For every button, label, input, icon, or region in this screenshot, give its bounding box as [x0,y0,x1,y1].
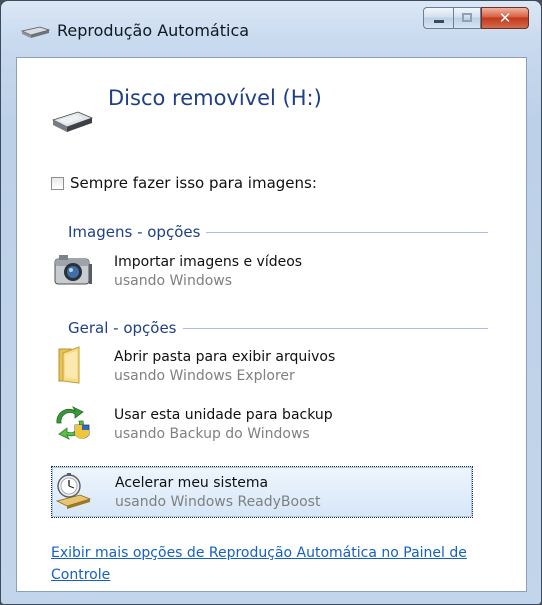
option-title: Acelerar meu sistema [115,475,269,491]
removable-drive-icon [51,111,94,132]
always-do-this-label: Sempre fazer isso para imagens: [70,174,317,192]
caption-buttons: ✕ [423,7,529,31]
always-do-this-checkbox[interactable]: Sempre fazer isso para imagens: [51,174,317,192]
option-title: Importar imagens e vídeos [114,254,303,270]
minimize-button[interactable] [423,7,453,29]
option-subtitle: usando Windows [114,273,233,289]
close-icon: ✕ [498,9,512,27]
dialog-content: Disco removível (H:) Sempre fazer isso p… [16,57,527,592]
group-header-images: Imagens - opções [68,223,488,241]
option-subtitle: usando Windows Explorer [114,368,295,384]
folder-icon [58,346,80,384]
option-use-for-backup[interactable]: Usar esta unidade para backup usando Bac… [51,399,473,451]
camera-icon [54,255,92,285]
more-options-link[interactable]: Exibir mais opções de Reprodução Automát… [51,542,511,586]
window-title: Reprodução Automática [57,21,250,40]
option-speed-up-system[interactable]: Acelerar meu sistema usando Windows Read… [51,466,473,518]
checkbox-box[interactable] [51,176,64,190]
group-divider [182,327,488,329]
option-subtitle: usando Windows ReadyBoost [115,494,321,510]
autoplay-window: Reprodução Automática ✕ Disco removível … [0,0,542,605]
option-subtitle: usando Backup do Windows [114,426,310,442]
backup-icon [56,406,90,440]
group-header-label: Geral - opções [68,319,177,337]
close-button[interactable]: ✕ [481,7,529,29]
group-header-general: Geral - opções [68,319,488,337]
option-title: Abrir pasta para exibir arquivos [114,349,336,365]
option-title: Usar esta unidade para backup [114,407,333,423]
group-divider [206,231,488,233]
maximize-icon [462,13,472,22]
drive-icon [20,26,50,38]
readyboost-icon [55,473,92,509]
option-open-folder[interactable]: Abrir pasta para exibir arquivos usando … [51,341,473,393]
maximize-button [453,7,481,29]
group-header-label: Imagens - opções [68,223,201,241]
device-name: Disco removível (H:) [108,86,322,110]
option-import-images[interactable]: Importar imagens e vídeos usando Windows [51,246,473,298]
title-bar[interactable]: Reprodução Automática ✕ [1,1,541,51]
minimize-icon [434,20,444,23]
